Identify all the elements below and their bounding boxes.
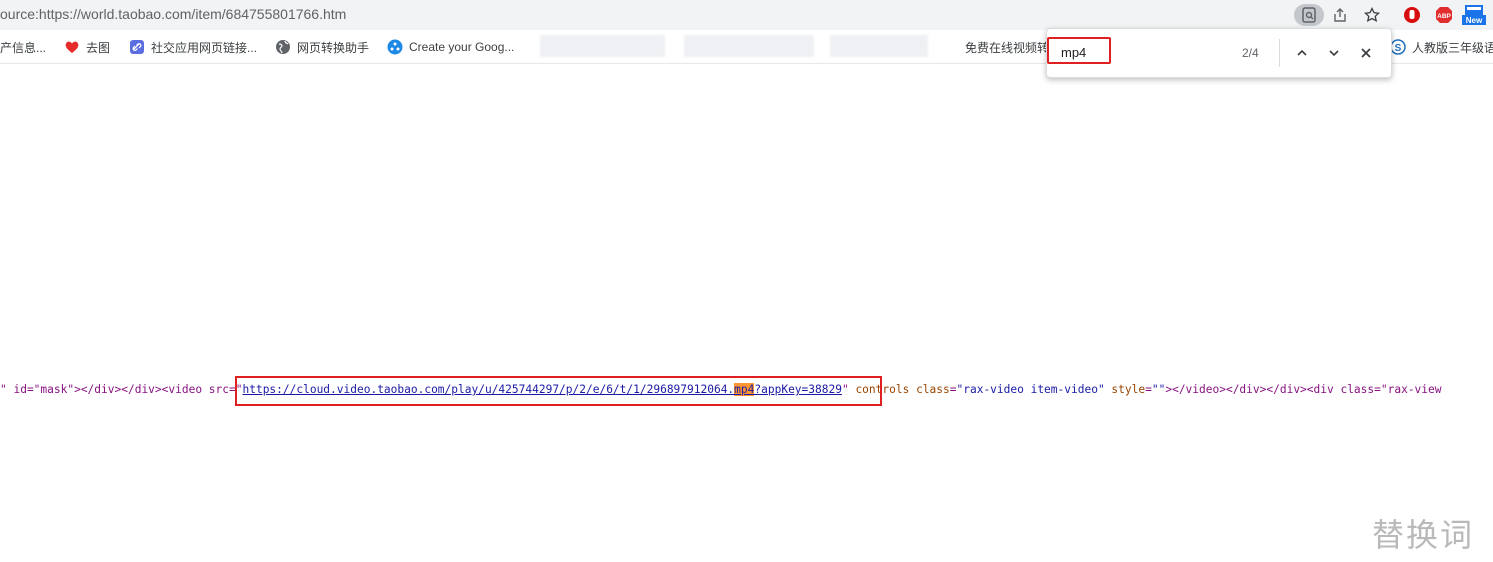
bookmark-label: Create your Goog... — [409, 40, 515, 54]
find-bar: mp4 2/4 — [1046, 28, 1392, 78]
red-hand-extension-icon[interactable] — [1400, 4, 1424, 26]
find-match-count: 2/4 — [1242, 46, 1259, 60]
video-src-link[interactable]: https://cloud.video.taobao.com/play/u/42… — [242, 383, 842, 396]
code-tail: ></video></div></div><div class="rax-vie… — [1165, 383, 1442, 396]
attr-style-value: "" — [1151, 383, 1166, 396]
source-code-line: " id="mask"></div></div><video src="http… — [0, 383, 1442, 396]
link-icon — [129, 39, 145, 55]
close-icon[interactable] — [1355, 42, 1377, 64]
attr-controls: controls — [848, 383, 917, 396]
search-match-highlight: mp4 — [734, 383, 755, 396]
bookmark-item[interactable]: S 人教版三年级语 — [1390, 39, 1493, 55]
s-logo-icon: S — [1390, 39, 1406, 55]
globe-icon — [275, 39, 291, 55]
new-label: New — [1466, 16, 1483, 25]
code-equals: = — [949, 383, 957, 396]
watermark: 替换词 — [1372, 516, 1475, 554]
abp-label: ABP — [1437, 13, 1451, 20]
red-heart-icon — [64, 39, 80, 55]
chevron-down-icon[interactable] — [1323, 42, 1345, 64]
bookmark-label: 网页转换助手 — [297, 40, 370, 55]
attr-style: style — [1104, 383, 1146, 396]
code-prefix: " id="mask"></div></div><video src=" — [0, 383, 243, 396]
blurred-bookmark — [830, 35, 928, 57]
find-in-page-icon[interactable] — [1294, 4, 1324, 26]
find-input[interactable]: mp4 — [1061, 45, 1086, 60]
star-icon[interactable] — [1360, 4, 1384, 26]
bookmark-item[interactable]: 网页转换助手 — [275, 39, 369, 55]
bookmark-item[interactable]: 产信息... — [0, 39, 46, 55]
bookmark-item[interactable]: 社交应用网页链接... — [129, 39, 257, 55]
code-equals: = — [1145, 383, 1152, 396]
url-text[interactable]: ource:https://world.taobao.com/item/6847… — [0, 6, 346, 22]
blue-dots-icon — [387, 39, 403, 55]
abp-extension-icon[interactable]: ABP — [1432, 4, 1456, 26]
blurred-bookmark — [684, 35, 814, 57]
code-quote: " — [841, 383, 849, 396]
address-bar[interactable]: ource:https://world.taobao.com/item/6847… — [0, 0, 1493, 30]
svg-text:S: S — [1395, 43, 1402, 54]
find-divider — [1279, 39, 1280, 67]
attr-class: class — [916, 383, 950, 396]
bookmark-label: 免费在线视频转 — [965, 40, 1050, 55]
bookmark-label: 产信息... — [0, 40, 47, 55]
url-part: https://cloud.video.taobao.com/play/u/42… — [242, 383, 735, 396]
attr-class-value: "rax-video item-video" — [956, 383, 1105, 396]
blurred-bookmark — [540, 35, 665, 57]
bookmark-label: 人教版三年级语 — [1412, 40, 1493, 55]
bookmark-item[interactable]: 去图 — [64, 39, 110, 55]
blue-moon-icon — [943, 39, 959, 55]
new-extension-icon[interactable]: New — [1462, 4, 1486, 26]
share-icon[interactable] — [1328, 4, 1352, 26]
url-part: ?appKey=38829 — [754, 383, 842, 396]
bookmark-label: 社交应用网页链接... — [151, 40, 258, 55]
bookmark-label: 去图 — [86, 40, 111, 55]
chevron-up-icon[interactable] — [1291, 42, 1313, 64]
bookmark-item[interactable]: Create your Goog... — [387, 39, 514, 55]
bookmark-item[interactable]: 免费在线视频转 — [943, 39, 1049, 55]
